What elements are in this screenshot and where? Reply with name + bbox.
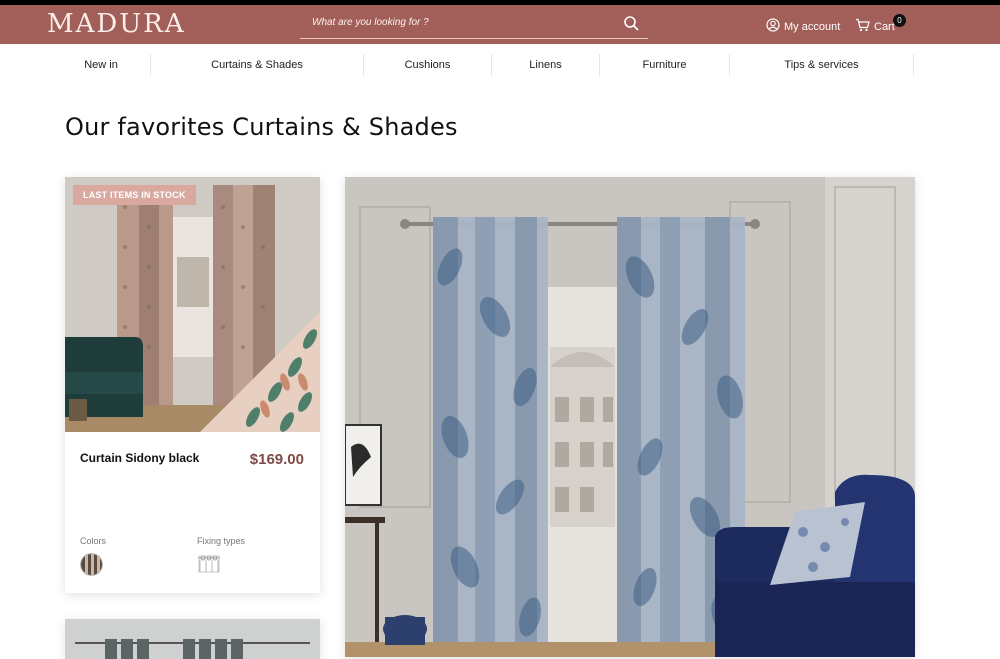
- product-card[interactable]: LAST ITEMS IN STOCK Curtain Sidony black…: [65, 177, 320, 593]
- user-icon: [766, 18, 780, 35]
- eyelet-fixing-icon[interactable]: [197, 554, 221, 574]
- nav-item-furniture[interactable]: Furniture: [600, 54, 730, 76]
- my-account-label: My account: [784, 20, 841, 33]
- search-icon[interactable]: [622, 14, 642, 34]
- color-swatch[interactable]: [80, 553, 103, 576]
- search-bar: [300, 11, 648, 39]
- brand-logo[interactable]: MADURA: [47, 9, 186, 39]
- hero-image[interactable]: [345, 177, 915, 657]
- cart-count-badge: 0: [893, 14, 906, 27]
- colors-label: Colors: [80, 536, 107, 546]
- nav-item-new-in[interactable]: New in: [52, 54, 151, 76]
- product-price: $169.00: [249, 451, 304, 468]
- product-image[interactable]: LAST ITEMS IN STOCK: [65, 177, 320, 432]
- cart-link[interactable]: Cart 0: [855, 14, 906, 35]
- site-header: MADURA My account Cart 0: [0, 5, 1000, 44]
- nav-item-cushions[interactable]: Cushions: [364, 54, 492, 76]
- search-input[interactable]: [312, 17, 612, 28]
- product-name[interactable]: Curtain Sidony black: [80, 451, 199, 465]
- main-navigation: New in Curtains & Shades Cushions Linens…: [52, 54, 914, 76]
- product-card-2[interactable]: [65, 619, 320, 659]
- my-account-link[interactable]: My account: [766, 18, 840, 35]
- stock-badge: LAST ITEMS IN STOCK: [73, 185, 196, 205]
- nav-item-curtains-shades[interactable]: Curtains & Shades: [151, 54, 364, 76]
- nav-item-tips-services[interactable]: Tips & services: [730, 54, 914, 76]
- cart-label: Cart: [874, 20, 895, 33]
- page-title: Our favorites Curtains & Shades: [65, 113, 458, 141]
- fixing-types-label: Fixing types: [197, 536, 246, 546]
- nav-item-linens[interactable]: Linens: [492, 54, 600, 76]
- cart-icon: [855, 18, 870, 35]
